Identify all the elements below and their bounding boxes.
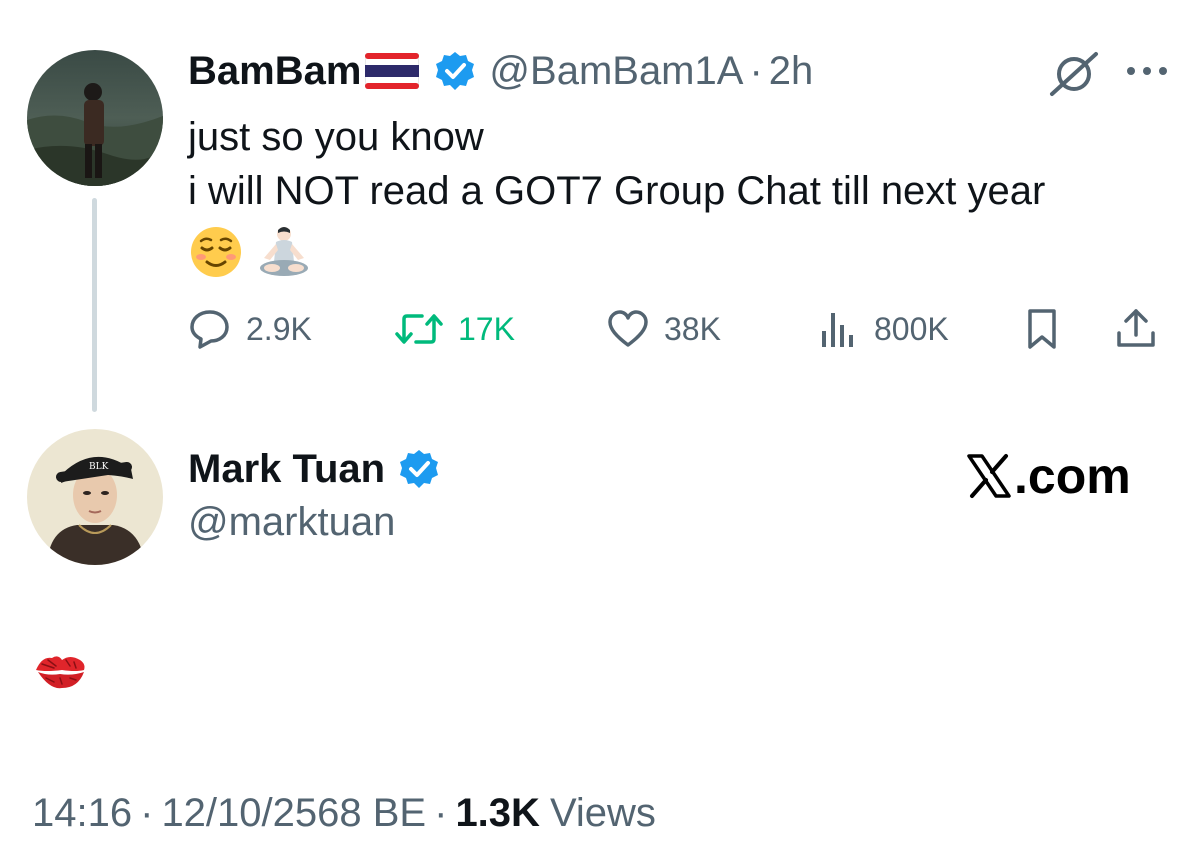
verified-badge-icon[interactable] <box>399 449 439 489</box>
reply-count: 2.9K <box>246 310 312 347</box>
reply-date[interactable]: 12/10/2568 BE <box>161 791 426 836</box>
person-in-lotus-position-emoji-icon <box>260 227 308 276</box>
heart-icon <box>608 310 648 347</box>
separator-dot: · <box>434 790 448 835</box>
marktuan-avatar[interactable]: BLK <box>27 429 163 565</box>
x-com-text: .com <box>1014 448 1131 504</box>
reply-button[interactable]: 2.9K <box>188 300 312 358</box>
bookmark-icon <box>1028 309 1056 349</box>
reply-views-label[interactable]: Views <box>550 791 656 836</box>
reply-icon <box>190 310 229 349</box>
views-button[interactable]: 800K <box>816 300 949 358</box>
retweet-button[interactable]: 17K <box>394 300 515 358</box>
views-chart-icon <box>822 313 853 347</box>
reply-views-count: 1.3K <box>455 790 540 835</box>
tweet-header: BamBam @BamBam1A · 2h <box>188 46 813 96</box>
tweet-actions-bar: 2.9K 17K 38K 800K <box>188 300 1178 358</box>
tweet-emojis <box>188 224 312 280</box>
author-name[interactable]: BamBam <box>188 49 361 94</box>
svg-text:BLK: BLK <box>89 462 109 472</box>
more-options-icon[interactable] <box>1124 56 1170 86</box>
like-button[interactable]: 38K <box>606 300 721 358</box>
bookmark-button[interactable] <box>1022 300 1062 358</box>
tweet-text: just so you know i will NOT read a GOT7 … <box>188 110 1045 218</box>
x-logo-icon <box>967 454 1011 498</box>
tweet-text-line-2: i will NOT read a GOT7 Group Chat till n… <box>188 169 1046 213</box>
retweet-count: 17K <box>458 310 515 347</box>
views-count: 800K <box>874 310 949 347</box>
separator-dot: · <box>140 790 154 835</box>
share-icon <box>1117 309 1155 347</box>
tweet-text-line-1: just so you know <box>188 115 484 159</box>
reply-time[interactable]: 14:16 <box>32 791 132 836</box>
author-handle[interactable]: @BamBam1A <box>489 49 743 94</box>
share-button[interactable] <box>1114 300 1158 358</box>
bambam-avatar[interactable] <box>27 50 163 186</box>
reply-author-handle[interactable]: @marktuan <box>188 500 395 545</box>
grok-icon[interactable] <box>1048 50 1100 98</box>
tweet-time[interactable]: 2h <box>769 49 814 94</box>
reply-footer: 14:16 · 12/10/2568 BE · 1.3K Views <box>32 786 656 840</box>
reply-author-name[interactable]: Mark Tuan <box>188 447 385 492</box>
reply-header: Mark Tuan <box>188 442 439 496</box>
relieved-face-emoji-icon <box>191 227 241 277</box>
separator-dot: · <box>749 48 763 93</box>
thread-connector-line <box>92 198 97 412</box>
kiss-mark-emoji-icon <box>32 650 88 692</box>
thailand-flag-icon <box>365 53 420 89</box>
retweet-icon <box>395 314 443 344</box>
x-com-logo: .com <box>966 446 1131 506</box>
verified-badge-icon[interactable] <box>435 51 475 91</box>
like-count: 38K <box>664 310 721 347</box>
